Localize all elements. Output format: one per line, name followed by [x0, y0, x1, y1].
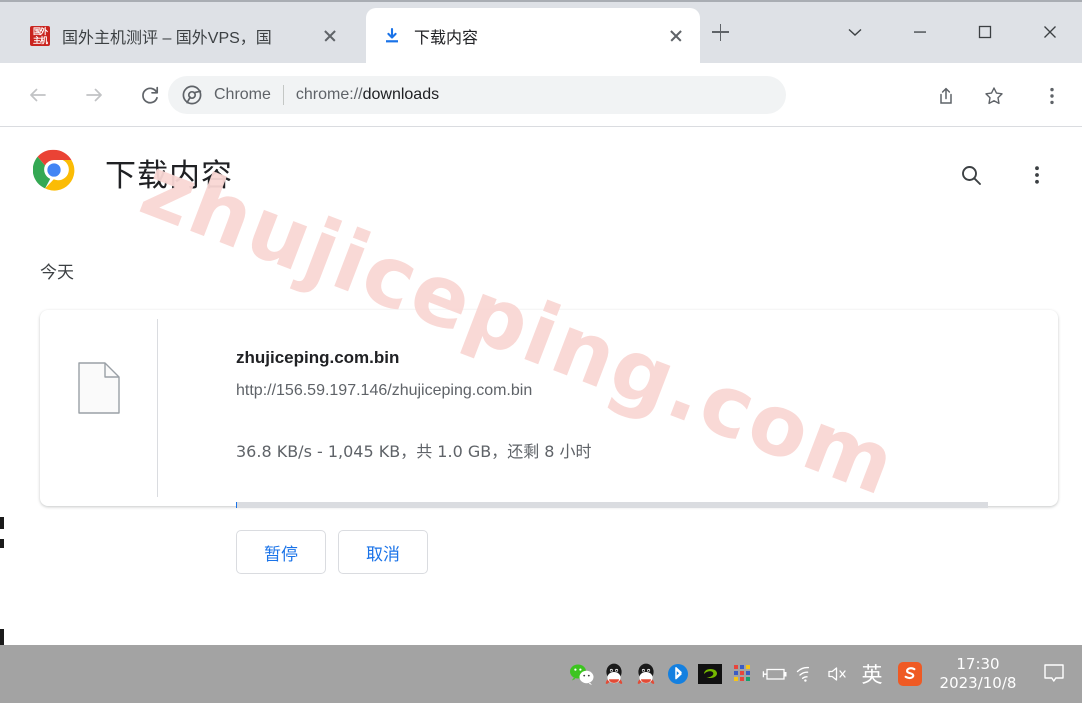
- download-progress-bar: [236, 502, 988, 508]
- download-item-card[interactable]: zhujiceping.com.bin http://156.59.197.14…: [40, 310, 1058, 574]
- address-bar[interactable]: Chrome chrome://downloads: [168, 76, 786, 114]
- ime-label: 英: [861, 663, 883, 687]
- download-item-details: zhujiceping.com.bin http://156.59.197.14…: [158, 310, 1058, 574]
- browser-toolbar: Chrome chrome://downloads: [0, 63, 1082, 127]
- clock-time: 17:30: [956, 655, 1000, 673]
- page-title: 下载内容: [105, 158, 233, 194]
- pause-download-button[interactable]: 暂停: [236, 530, 326, 574]
- file-icon: [78, 362, 120, 419]
- download-progress-fill: [236, 502, 237, 508]
- qq-icon[interactable]: [598, 645, 630, 703]
- omnibox-chrome-label: Chrome: [214, 86, 271, 103]
- browser-window: 国外 主机 国外主机测评 – 国外VPS，国 下载内容 Chrome chrom…: [0, 0, 1082, 703]
- new-tab-button[interactable]: [706, 18, 734, 46]
- chevron-down-icon[interactable]: [822, 0, 887, 63]
- site-seal-favicon: 国外 主机: [30, 25, 50, 46]
- volume-muted-icon[interactable]: [822, 645, 854, 703]
- cancel-download-button[interactable]: 取消: [338, 530, 428, 574]
- clock-date: 2023/10/8: [939, 674, 1017, 692]
- download-icon: [382, 26, 402, 46]
- download-actions: 暂停 取消: [236, 530, 428, 574]
- downloads-page: 下载内容 今天 zhujiceping.com.bin http://156.5…: [0, 127, 1082, 645]
- screen-edge-artifact: [0, 517, 4, 645]
- download-file-url: http://156.59.197.146/zhujiceping.com.bi…: [236, 382, 533, 399]
- qq-icon-2[interactable]: [630, 645, 662, 703]
- system-tray: 英 17:30 2023/10/8: [566, 645, 1082, 703]
- ime-indicator[interactable]: 英: [854, 645, 890, 703]
- close-icon[interactable]: [662, 22, 690, 50]
- chrome-logo: [32, 149, 75, 196]
- windows-taskbar: 英 17:30 2023/10/8: [0, 645, 1082, 703]
- notification-bubble-icon[interactable]: [1026, 645, 1082, 703]
- wifi-icon[interactable]: [790, 645, 822, 703]
- tab-strip: 国外 主机 国外主机测评 – 国外VPS，国 下载内容: [0, 0, 1082, 63]
- sogou-input-icon[interactable]: [890, 645, 930, 703]
- close-icon[interactable]: [1017, 0, 1082, 63]
- reload-icon[interactable]: [130, 75, 170, 115]
- window-controls: [822, 0, 1082, 63]
- omnibox-separator: [282, 85, 284, 105]
- app-grid-icon[interactable]: [726, 645, 758, 703]
- clock[interactable]: 17:30 2023/10/8: [930, 645, 1026, 703]
- chrome-icon: [182, 85, 202, 105]
- forward-arrow-icon[interactable]: [74, 75, 114, 115]
- nvidia-icon[interactable]: [694, 645, 726, 703]
- toolbar-actions: [926, 76, 1082, 116]
- minimize-icon[interactable]: [887, 0, 952, 63]
- battery-icon[interactable]: [758, 645, 790, 703]
- url-path: downloads: [362, 86, 440, 103]
- download-status-text: 36.8 KB/s - 1,045 KB，共 1.0 GB，还剩 8 小时: [236, 442, 592, 461]
- tab-title: 国外主机测评 – 国外VPS，国: [62, 29, 272, 47]
- tab-downloads[interactable]: 下载内容: [366, 8, 700, 63]
- back-arrow-icon[interactable]: [18, 75, 58, 115]
- omnibox-url: chrome://downloads: [296, 86, 439, 104]
- bluetooth-icon[interactable]: [662, 645, 694, 703]
- tab-title: 下载内容: [414, 29, 479, 47]
- three-dot-menu-icon[interactable]: [1016, 154, 1058, 196]
- url-scheme: chrome://: [295, 86, 363, 103]
- search-icon[interactable]: [950, 154, 992, 196]
- maximize-icon[interactable]: [952, 0, 1017, 63]
- section-label-today: 今天: [40, 263, 74, 283]
- three-dot-menu-icon[interactable]: [1032, 76, 1072, 116]
- downloads-header: 下载内容: [0, 127, 1082, 219]
- star-icon[interactable]: [974, 76, 1014, 116]
- wechat-icon[interactable]: [566, 645, 598, 703]
- download-icon-column: [40, 310, 158, 506]
- share-icon[interactable]: [926, 76, 966, 116]
- page-header-actions: [950, 154, 1058, 196]
- close-icon[interactable]: [316, 22, 344, 50]
- download-file-name[interactable]: zhujiceping.com.bin: [236, 348, 399, 368]
- tab-site[interactable]: 国外 主机 国外主机测评 – 国外VPS，国: [14, 8, 354, 63]
